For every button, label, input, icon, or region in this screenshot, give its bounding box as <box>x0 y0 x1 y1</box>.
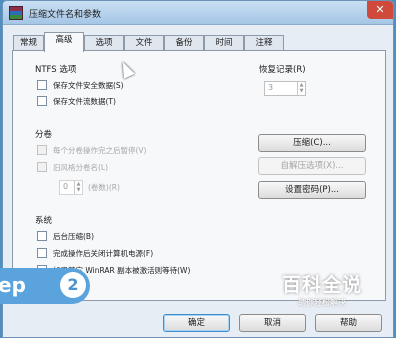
dialog-footer: 确定 取消 帮助 <box>3 305 393 337</box>
step-number: 2 <box>60 272 86 298</box>
background-archiving-label: 后台压缩(B) <box>53 232 94 241</box>
recovery-record-spinner[interactable]: 3 ▲ ▼ <box>264 81 306 96</box>
compression-settings-button[interactable]: 压缩(C)... <box>258 134 366 152</box>
tab-options[interactable]: 选项 <box>84 35 124 51</box>
tab-comment[interactable]: 注释 <box>244 35 284 51</box>
ntfs-options-label: NTFS 选项 <box>35 65 77 75</box>
shutdown-after-label: 完成操作后关闭计算机电源(F) <box>53 249 154 258</box>
save-security-checkbox[interactable] <box>37 80 47 90</box>
tab-files[interactable]: 文件 <box>124 35 164 51</box>
volume-count-label: (卷数)(R) <box>88 183 120 192</box>
old-volume-names-checkbox[interactable] <box>37 162 47 172</box>
watermark-sub-text: 助你轻松解决 <box>298 298 346 307</box>
volume-label: 分卷 <box>35 130 53 140</box>
volume-count-value: 0 <box>63 182 69 191</box>
pause-after-volume-checkbox[interactable] <box>37 145 47 155</box>
save-streams-label: 保存文件流数据(T) <box>53 97 116 106</box>
tab-backup[interactable]: 备份 <box>164 35 204 51</box>
volume-count-spinner[interactable]: 0 ▲ ▼ <box>59 180 83 195</box>
watermark-logo: 百科全说 助你轻松解决 <box>282 270 362 308</box>
shutdown-after-checkbox[interactable] <box>37 248 47 258</box>
save-streams-checkbox[interactable] <box>37 96 47 106</box>
system-label: 系统 <box>35 216 53 226</box>
ok-button[interactable]: 确定 <box>163 314 230 332</box>
step-badge: ep 2 <box>0 268 90 304</box>
cancel-button[interactable]: 取消 <box>239 314 306 332</box>
watermark-main-text: 百科全说 <box>282 274 363 296</box>
recovery-record-value: 3 <box>268 83 274 92</box>
winrar-app-icon <box>9 6 23 20</box>
tab-time[interactable]: 时间 <box>204 35 244 51</box>
help-button[interactable]: 帮助 <box>315 314 382 332</box>
close-icon[interactable]: ✕ <box>367 1 393 19</box>
sfx-options-button[interactable]: 自解压选项(X)... <box>258 157 366 175</box>
window-title: 压缩文件名和参数 <box>29 10 102 20</box>
recovery-record-label: 恢复记录(R) <box>259 65 306 75</box>
advanced-panel: NTFS 选项 保存文件安全数据(S) 保存文件流数据(T) 恢复记录(R) 3… <box>12 50 386 301</box>
step-text: ep <box>0 273 26 297</box>
old-volume-names-label: 旧风格分卷名(L) <box>53 163 109 172</box>
tab-advanced[interactable]: 高级 <box>44 32 84 52</box>
spinner-arrows-icon[interactable]: ▲ ▼ <box>74 181 82 194</box>
background-archiving-checkbox[interactable] <box>37 231 47 241</box>
title-bar: 压缩文件名和参数 ✕ <box>3 1 393 25</box>
pause-after-volume-label: 每个分卷操作完之后暂停(V) <box>53 146 147 155</box>
save-security-label: 保存文件安全数据(S) <box>53 81 124 90</box>
spinner-arrows-icon[interactable]: ▲ ▼ <box>297 82 305 95</box>
set-password-button[interactable]: 设置密码(P)... <box>258 181 366 199</box>
tab-general[interactable]: 常规 <box>13 35 44 51</box>
